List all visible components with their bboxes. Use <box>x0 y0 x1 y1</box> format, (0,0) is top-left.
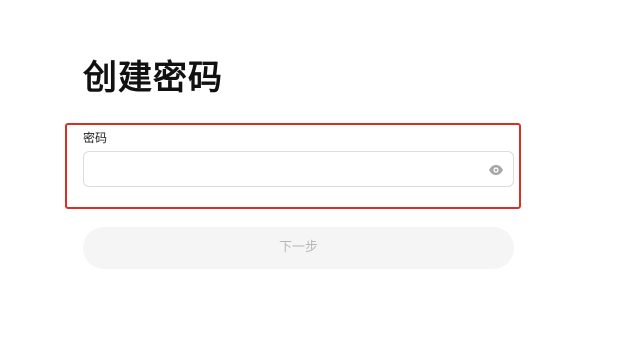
page-title: 创建密码 <box>83 58 223 98</box>
eye-icon[interactable] <box>488 162 504 178</box>
password-input-container <box>83 151 514 187</box>
password-label: 密码 <box>83 131 108 145</box>
create-password-page: 创建密码 密码 下一步 <box>0 0 629 338</box>
password-input[interactable] <box>92 158 486 182</box>
next-button[interactable]: 下一步 <box>83 227 514 269</box>
